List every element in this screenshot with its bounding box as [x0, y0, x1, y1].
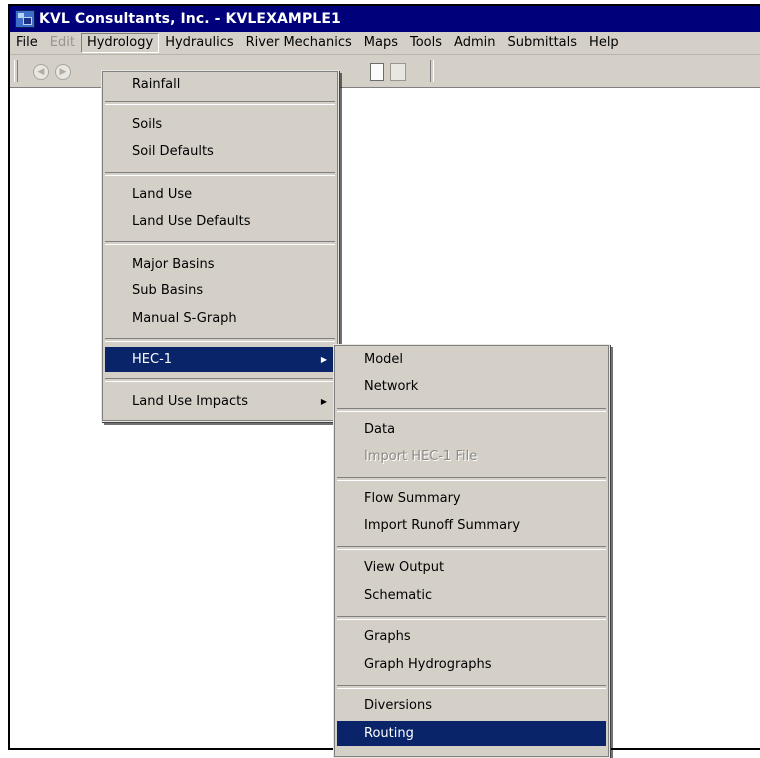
menu-item-hec-1-label: HEC-1: [132, 352, 173, 367]
title-bar[interactable]: KVL Consultants, Inc. - KVLEXAMPLE1: [10, 6, 760, 32]
menu-submittals[interactable]: Submittals: [501, 33, 583, 53]
menu-river-mechanics[interactable]: River Mechanics: [240, 33, 358, 53]
menu-item-schematic[interactable]: Schematic: [337, 585, 606, 607]
menu-item-network[interactable]: Network: [337, 376, 606, 398]
menu-separator: [105, 338, 335, 342]
menu-item-import-runoff-summary[interactable]: Import Runoff Summary: [337, 515, 606, 537]
menu-item-major-basins[interactable]: Major Basins: [105, 254, 335, 276]
menu-separator: [337, 477, 606, 481]
menu-bar: File Edit Hydrology Hydraulics River Mec…: [10, 32, 760, 55]
menu-item-soil-defaults[interactable]: Soil Defaults: [105, 141, 335, 163]
app-icon[interactable]: [15, 10, 35, 28]
menu-separator: [105, 241, 335, 245]
submenu-arrow-icon: ▶: [320, 355, 327, 364]
toolbar-separator: [430, 60, 434, 82]
menu-item-sub-basins[interactable]: Sub Basins: [105, 280, 335, 302]
menu-item-manual-s-graph[interactable]: Manual S-Graph: [105, 308, 335, 330]
toolbar-grip[interactable]: [14, 60, 18, 82]
menu-item-land-use-defaults[interactable]: Land Use Defaults: [105, 211, 335, 233]
menu-item-flow-summary[interactable]: Flow Summary: [337, 488, 606, 510]
menu-item-graph-hydrographs[interactable]: Graph Hydrographs: [337, 654, 606, 676]
menu-item-diversions[interactable]: Diversions: [337, 695, 606, 717]
window-title: KVL Consultants, Inc. - KVLEXAMPLE1: [39, 11, 341, 27]
menu-separator: [337, 408, 606, 412]
menu-hydrology[interactable]: Hydrology: [80, 33, 160, 53]
menu-separator: [337, 616, 606, 620]
menu-item-land-use-impacts-label: Land Use Impacts: [132, 394, 248, 409]
menu-separator: [337, 685, 606, 689]
back-icon[interactable]: ◀: [33, 64, 49, 80]
document-icon[interactable]: [390, 63, 406, 81]
menu-maps[interactable]: Maps: [358, 33, 404, 53]
menu-separator: [105, 101, 335, 105]
hec-1-submenu: Model Network Data Import HEC-1 File Flo…: [333, 344, 610, 758]
menu-item-view-output[interactable]: View Output: [337, 557, 606, 579]
menu-item-graphs[interactable]: Graphs: [337, 626, 606, 648]
menu-item-import-hec-1-file[interactable]: Import HEC-1 File: [337, 446, 606, 468]
menu-separator: [105, 172, 335, 176]
menu-item-hec-1[interactable]: HEC-1 ▶: [105, 347, 335, 372]
new-document-icon[interactable]: [370, 63, 384, 81]
hydrology-menu: Rainfall Soils Soil Defaults Land Use La…: [101, 70, 339, 422]
menu-edit[interactable]: Edit: [44, 33, 81, 53]
menu-admin[interactable]: Admin: [448, 33, 501, 53]
menu-file[interactable]: File: [10, 33, 44, 53]
menu-item-land-use-impacts[interactable]: Land Use Impacts ▶: [105, 391, 335, 413]
submenu-arrow-icon: ▶: [320, 397, 327, 406]
menu-item-data[interactable]: Data: [337, 419, 606, 441]
menu-tools[interactable]: Tools: [404, 33, 448, 53]
menu-item-soils[interactable]: Soils: [105, 114, 335, 136]
menu-item-routing[interactable]: Routing: [337, 721, 606, 746]
forward-icon[interactable]: ▶: [55, 64, 71, 80]
menu-item-model[interactable]: Model: [337, 349, 606, 371]
menu-hydraulics[interactable]: Hydraulics: [159, 33, 239, 53]
menu-help[interactable]: Help: [583, 33, 625, 53]
menu-separator: [337, 546, 606, 550]
menu-separator: [105, 378, 335, 382]
menu-item-land-use[interactable]: Land Use: [105, 184, 335, 206]
menu-item-rainfall[interactable]: Rainfall: [105, 74, 335, 96]
